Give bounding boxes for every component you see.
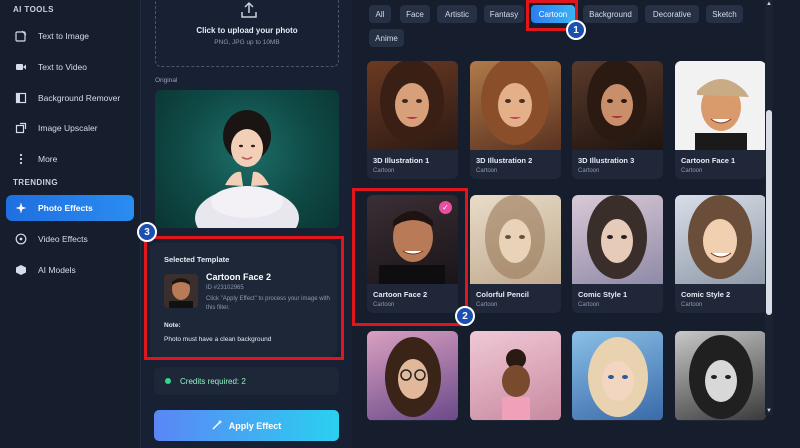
upload-title: Click to upload your photo <box>196 26 298 35</box>
sidebar: AI TOOLS Text to Image Text to Video Bac… <box>0 0 141 448</box>
effect-thumbnail <box>675 331 766 420</box>
effect-thumbnail <box>367 331 458 420</box>
sidebar-item-video-effects[interactable]: Video Effects <box>6 226 134 252</box>
effect-card[interactable] <box>367 331 458 421</box>
credits-indicator: Credits required: 2 <box>154 367 339 395</box>
effect-title: 3D Illustration 2 <box>476 156 533 165</box>
sidebar-item-more[interactable]: More <box>6 146 134 172</box>
scrollbar-thumb[interactable] <box>766 110 772 315</box>
effect-card[interactable]: Comic Style 2 Cartoon <box>675 195 766 313</box>
more-vertical-icon <box>14 152 28 166</box>
highlight-box-template-card <box>144 236 344 360</box>
effect-card[interactable] <box>572 331 663 421</box>
effect-category: Cartoon <box>578 302 600 308</box>
sidebar-item-label: More <box>38 154 58 164</box>
sidebar-item-label: Text to Video <box>38 62 87 72</box>
sidebar-item-label: Video Effects <box>38 234 88 244</box>
apply-effect-button[interactable]: Apply Effect <box>154 410 339 441</box>
effect-card[interactable]: 3D Illustration 2 Cartoon <box>470 61 561 179</box>
effect-thumbnail <box>470 331 561 420</box>
effect-card[interactable]: Comic Style 1 Cartoon <box>572 195 663 313</box>
credits-text: Credits required: 2 <box>180 376 246 386</box>
effect-category: Cartoon <box>373 168 395 174</box>
filter-chip-artistic[interactable]: Artistic <box>437 5 477 23</box>
effect-card[interactable]: Cartoon Face 1 Cartoon <box>675 61 766 179</box>
effect-title: Colorful Pencil <box>476 290 529 299</box>
effect-card[interactable]: 3D Illustration 1 Cartoon <box>367 61 458 179</box>
step-badge-3: 3 <box>137 222 157 242</box>
effect-thumbnail <box>675 195 766 284</box>
effect-category: Cartoon <box>476 302 498 308</box>
filter-chip-background[interactable]: Background <box>583 5 638 23</box>
effect-thumbnail <box>572 195 663 284</box>
video-icon <box>14 60 28 74</box>
filter-chip-decorative[interactable]: Decorative <box>645 5 699 23</box>
effect-thumbnail <box>470 61 561 150</box>
sidebar-item-label: Image Upscaler <box>38 123 98 133</box>
upload-subtitle: PNG, JPG up to 10MB <box>214 39 280 46</box>
sidebar-item-background-remover[interactable]: Background Remover <box>6 85 134 111</box>
sparkle-icon <box>14 201 28 215</box>
filter-chip-fantasy[interactable]: Fantasy <box>484 5 524 23</box>
effect-thumbnail <box>675 61 766 150</box>
scroll-up-arrow-icon[interactable]: ▲ <box>765 0 773 8</box>
scroll-down-arrow-icon[interactable]: ▼ <box>765 407 773 415</box>
effect-title: Comic Style 1 <box>578 290 628 299</box>
upload-icon <box>240 1 258 24</box>
effect-card[interactable] <box>675 331 766 421</box>
effect-title: 3D Illustration 3 <box>578 156 635 165</box>
effect-thumbnail <box>572 331 663 420</box>
sidebar-item-label: Text to Image <box>38 31 90 41</box>
original-label: Original <box>155 77 178 84</box>
section-label-ai-tools: AI TOOLS <box>13 5 54 14</box>
sidebar-item-label: Photo Effects <box>38 203 93 213</box>
status-dot-icon <box>165 378 171 384</box>
magic-wand-icon <box>212 419 223 432</box>
effect-thumbnail <box>367 61 458 150</box>
image-edit-icon <box>14 29 28 43</box>
effect-category: Cartoon <box>578 168 600 174</box>
apply-effect-label: Apply Effect <box>228 420 282 431</box>
filter-chip-all[interactable]: All <box>369 5 391 23</box>
sidebar-item-label: Background Remover <box>38 93 121 103</box>
filter-chip-face[interactable]: Face <box>400 5 430 23</box>
step-badge-1: 1 <box>566 20 586 40</box>
upload-dropzone[interactable]: Click to upload your photo PNG, JPG up t… <box>155 0 339 67</box>
filter-chip-sketch[interactable]: Sketch <box>706 5 743 23</box>
effect-category: Cartoon <box>681 302 703 308</box>
sidebar-item-label: AI Models <box>38 265 76 275</box>
original-photo <box>155 90 339 228</box>
effect-category: Cartoon <box>476 168 498 174</box>
sidebar-item-photo-effects[interactable]: Photo Effects <box>6 195 134 221</box>
cube-icon <box>14 263 28 277</box>
step-badge-2: 2 <box>455 306 475 326</box>
effect-card[interactable]: Colorful Pencil Cartoon <box>470 195 561 313</box>
sidebar-item-ai-models[interactable]: AI Models <box>6 257 134 283</box>
columns-icon <box>14 91 28 105</box>
sidebar-item-text-to-image[interactable]: Text to Image <box>6 23 134 49</box>
effect-title: Cartoon Face 1 <box>681 156 736 165</box>
effect-thumbnail <box>572 61 663 150</box>
effect-title: Comic Style 2 <box>681 290 731 299</box>
gallery-scrollbar[interactable]: ▲ ▼ <box>765 0 773 415</box>
effect-thumbnail <box>470 195 561 284</box>
highlight-box-selected-card <box>352 188 468 326</box>
sidebar-item-image-upscaler[interactable]: Image Upscaler <box>6 115 134 141</box>
film-icon <box>14 232 28 246</box>
effect-card[interactable] <box>470 331 561 421</box>
upscale-icon <box>14 121 28 135</box>
effect-category: Cartoon <box>681 168 703 174</box>
section-label-trending: TRENDING <box>13 178 58 187</box>
effect-title: 3D Illustration 1 <box>373 156 430 165</box>
effect-card[interactable]: 3D Illustration 3 Cartoon <box>572 61 663 179</box>
sidebar-item-text-to-video[interactable]: Text to Video <box>6 54 134 80</box>
filter-chip-anime[interactable]: Anime <box>369 29 404 47</box>
